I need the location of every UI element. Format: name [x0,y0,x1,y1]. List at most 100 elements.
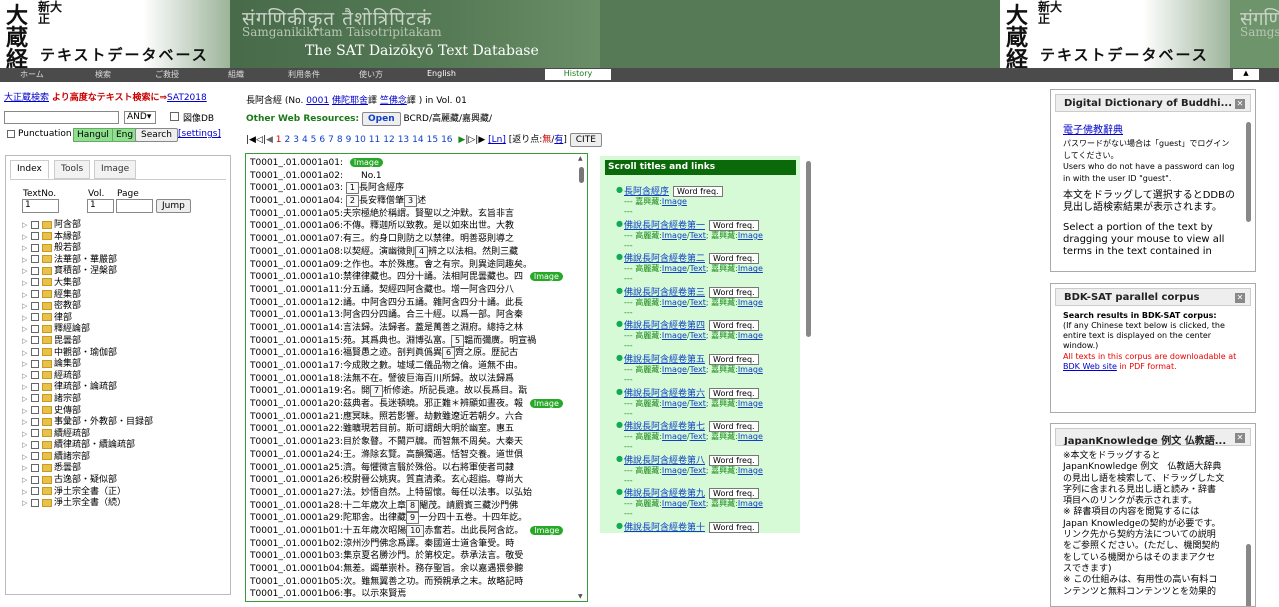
tree-item[interactable]: ▷ 經疏部 [22,371,153,383]
tree-checkbox[interactable] [31,324,39,333]
note-box[interactable]: 5 [451,334,465,347]
image-db-checkbox[interactable] [170,112,179,121]
tree-checkbox[interactable] [31,498,39,507]
tree-checkbox[interactable] [31,255,39,264]
nav-howto[interactable]: 使い方 [359,69,383,80]
nav-guide[interactable]: ご救授 [155,69,179,80]
image-link[interactable]: Image [738,432,763,441]
image-link[interactable]: Image [738,231,763,240]
nav-search[interactable]: 検索 [95,69,111,80]
tree-item[interactable]: ▷ 寶積部・涅槃部 [22,266,153,278]
taisho-search-link[interactable]: 大正蔵検索 [4,93,49,103]
image-link[interactable]: Image [738,466,763,475]
image-link[interactable]: Image [662,197,687,206]
logo[interactable]: 大 新大正 蔵 経 テキストデータベース [0,0,230,73]
last-page-icon[interactable]: |▶ [475,135,485,145]
text-link[interactable]: Text [690,466,706,475]
tree-checkbox[interactable] [31,440,39,449]
image-link-button[interactable]: Image [529,399,563,409]
note-box[interactable]: 2 [345,195,359,208]
nav-home[interactable]: ホーム [20,69,44,80]
scroll-down-icon[interactable]: ▼ [578,593,583,600]
expand-icon[interactable]: ▷ [22,220,31,232]
open-button[interactable]: Open [362,112,401,126]
operator-select[interactable]: AND▾ [124,111,156,124]
nav-org[interactable]: 組織 [228,69,244,80]
expand-icon[interactable]: ▷ [22,498,31,510]
image-link[interactable]: Image [738,331,763,340]
ddb-link[interactable]: 電子佛教辭典 [1063,125,1123,137]
image-link[interactable]: Image [662,399,687,408]
page-link[interactable]: 9 [346,135,352,145]
punctuation-checkbox[interactable] [7,130,15,138]
expand-icon[interactable]: ▷ [22,406,31,418]
search-input[interactable] [4,111,119,124]
word-freq-button[interactable]: Word freq. [709,522,759,533]
prev-page-icon[interactable]: ◁| [256,135,266,145]
page-link[interactable]: 14 [412,135,423,145]
image-link[interactable]: Image [738,298,763,307]
sat2018-link[interactable]: SAT2018 [167,93,207,103]
text-link[interactable]: Text [690,231,706,240]
tree-item[interactable]: ▷ 阿含部 [22,220,153,232]
scroll-up-icon[interactable]: ▲ [578,155,583,162]
cite-button[interactable]: CITE [569,133,602,147]
tree-checkbox[interactable] [31,417,39,426]
tree-checkbox[interactable] [31,487,39,496]
scroll-titles-scrollbar[interactable] [805,153,813,602]
page-link[interactable]: 15 [427,135,438,145]
tree-checkbox[interactable] [31,266,39,275]
bdk-web-link[interactable]: BDK Web site [1063,362,1117,371]
note-box[interactable]: 1 [345,182,359,195]
image-link[interactable]: Image [662,298,687,307]
jk-scroll-thumb[interactable] [1246,544,1251,606]
scroll-titles-thumb[interactable] [806,161,811,337]
textno-input[interactable]: 1 [22,199,59,213]
image-link[interactable]: Image [662,264,687,273]
next-page-icon[interactable]: |▷ [465,135,475,145]
note-box[interactable]: 8 [406,499,420,512]
tree-checkbox[interactable] [31,475,39,484]
image-link[interactable]: Image [662,466,687,475]
image-link[interactable]: Image [662,499,687,508]
image-link[interactable]: Image [738,399,763,408]
settings-link[interactable]: [settings] [178,129,221,139]
tree-checkbox[interactable] [31,452,39,461]
text-link[interactable]: Text [690,365,706,374]
scroll-top-button[interactable]: ▲ [1233,69,1259,80]
page-link[interactable]: 16 [441,135,452,145]
expand-icon[interactable]: ▷ [22,243,31,255]
tree-item[interactable]: ▷ 經集部 [22,290,153,302]
expand-icon[interactable]: ▷ [22,394,31,406]
expand-icon[interactable]: ▷ [22,278,31,290]
expand-icon[interactable]: ▷ [22,255,31,267]
expand-icon[interactable]: ▷ [22,452,31,464]
tree-checkbox[interactable] [31,382,39,391]
expand-icon[interactable]: ▷ [22,348,31,360]
tree-checkbox[interactable] [31,313,39,322]
text-link[interactable]: Text [690,264,706,273]
page-link[interactable]: 8 [337,135,343,145]
tree-item[interactable]: ▷ 毘曇部 [22,336,153,348]
note-box[interactable]: 10 [406,524,425,537]
tree-item[interactable]: ▷ 論集部 [22,359,153,371]
tree-checkbox[interactable] [31,371,39,380]
tree-item[interactable]: ▷ 事彙部・外教部・目録部 [22,417,153,429]
ddb-scroll-thumb[interactable] [1246,122,1251,222]
tree-checkbox[interactable] [31,301,39,310]
text-scroll-thumb[interactable] [579,167,584,183]
page-link[interactable]: 1 [276,135,282,145]
jump-button[interactable]: Jump [156,199,191,213]
page-input[interactable] [116,199,153,213]
note-box[interactable]: 4 [415,245,429,258]
text-link[interactable]: Text [690,499,706,508]
tree-checkbox[interactable] [31,406,39,414]
expand-icon[interactable]: ▷ [22,290,31,302]
tree-item[interactable]: ▷ 諸宗部 [22,394,153,406]
tree-item[interactable]: ▷ 淨土宗全書（正） [22,487,153,499]
page-link[interactable]: 4 [302,135,308,145]
tree-item[interactable]: ▷ 續諸宗部 [22,452,153,464]
image-link[interactable]: Image [738,365,763,374]
tree-item[interactable]: ▷ 法華部・華嚴部 [22,255,153,267]
tree-item[interactable]: ▷ 密教部 [22,301,153,313]
